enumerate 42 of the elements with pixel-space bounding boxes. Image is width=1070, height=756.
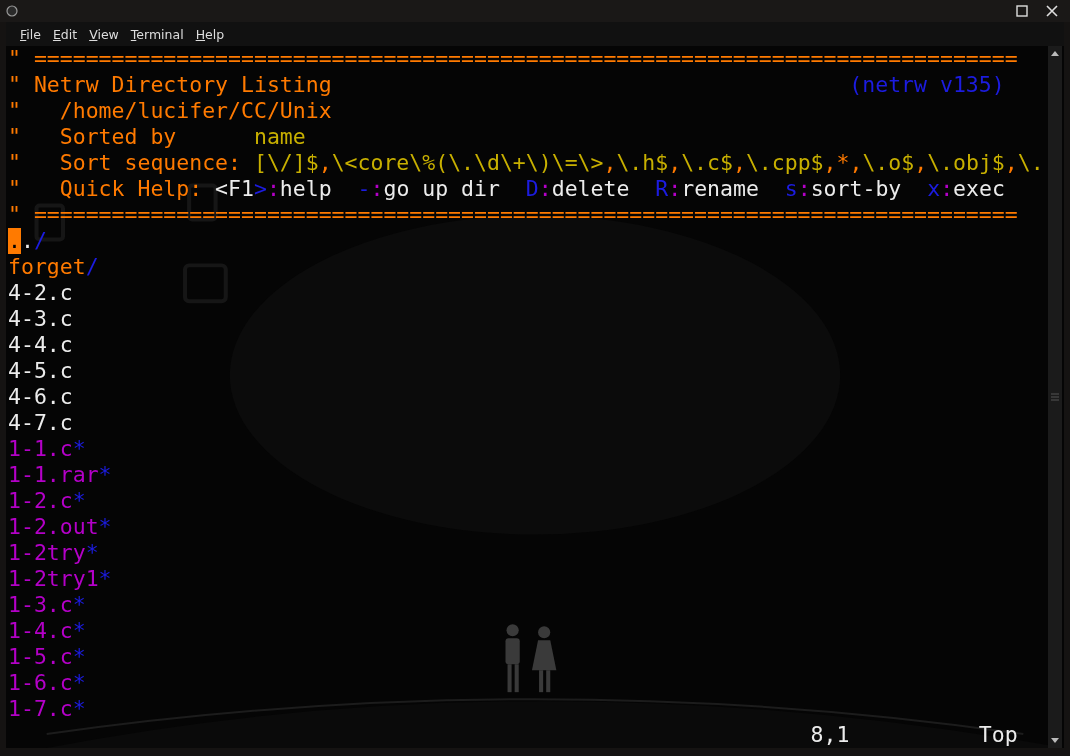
file-name[interactable]: 4-2.c xyxy=(8,280,73,306)
file-name[interactable]: 1-7.c* xyxy=(8,696,86,722)
text-cursor: . xyxy=(8,228,21,254)
app-icon xyxy=(6,5,18,17)
maximize-icon[interactable] xyxy=(1016,5,1028,17)
file-name[interactable]: forget/ xyxy=(8,254,99,280)
file-name[interactable]: 4-7.c xyxy=(8,410,73,436)
scrollbar[interactable] xyxy=(1048,46,1062,748)
header-line: " /home/lucifer/CC/Unix xyxy=(8,98,332,124)
header-line: " ============================================================================ xyxy=(8,202,1018,228)
version-label: (netrw v135) xyxy=(849,72,1005,98)
menu-item[interactable]: Terminal xyxy=(124,26,190,42)
file-name[interactable]: 1-1.c* xyxy=(8,436,86,462)
menu-item[interactable]: Help xyxy=(189,26,231,42)
file-name[interactable]: 1-1.rar* xyxy=(8,462,112,488)
header-line: " ============================================================================ xyxy=(8,46,1018,72)
file-name[interactable]: 4-3.c xyxy=(8,306,73,332)
header-line: " Quick Help: <F1>:help -:go up dir D:delete R:rename s:sort-by x:exec xyxy=(8,176,1005,202)
close-icon[interactable] xyxy=(1046,5,1058,17)
file-name[interactable]: 1-4.c* xyxy=(8,618,86,644)
header-line: " Netrw Directory Listing xyxy=(8,72,332,98)
file-name[interactable]: 1-3.c* xyxy=(8,592,86,618)
menu-item[interactable]: File xyxy=(14,26,47,42)
scroll-up-icon[interactable] xyxy=(1051,50,1059,56)
file-name[interactable]: 4-6.c xyxy=(8,384,73,410)
cursor-position: 8,1 xyxy=(810,722,850,748)
file-name[interactable]: 1-5.c* xyxy=(8,644,86,670)
scroll-down-icon[interactable] xyxy=(1051,738,1059,744)
file-name[interactable]: 4-4.c xyxy=(8,332,73,358)
file-name[interactable]: 1-2.out* xyxy=(8,514,112,540)
header-line: " Sorted by name xyxy=(8,124,306,150)
scroll-position: Top xyxy=(978,722,1018,748)
file-name[interactable]: 4-5.c xyxy=(8,358,73,384)
menu-item[interactable]: View xyxy=(83,26,125,42)
file-name[interactable]: 1-2try* xyxy=(8,540,99,566)
file-name[interactable]: ./ xyxy=(20,228,47,254)
file-name[interactable]: 1-2try1* xyxy=(8,566,112,592)
file-name[interactable]: 1-2.c* xyxy=(8,488,86,514)
header-line: " Sort sequence: [\/]$,\<core\%(\.\d\+\)\=\>,\.h$,\.c$,\.cpp$,*,\.o$,\.obj$,\. xyxy=(8,150,1044,176)
grip-icon[interactable] xyxy=(1051,393,1059,401)
file-name[interactable]: 1-6.c* xyxy=(8,670,86,696)
menu-item[interactable]: Edit xyxy=(46,26,84,42)
